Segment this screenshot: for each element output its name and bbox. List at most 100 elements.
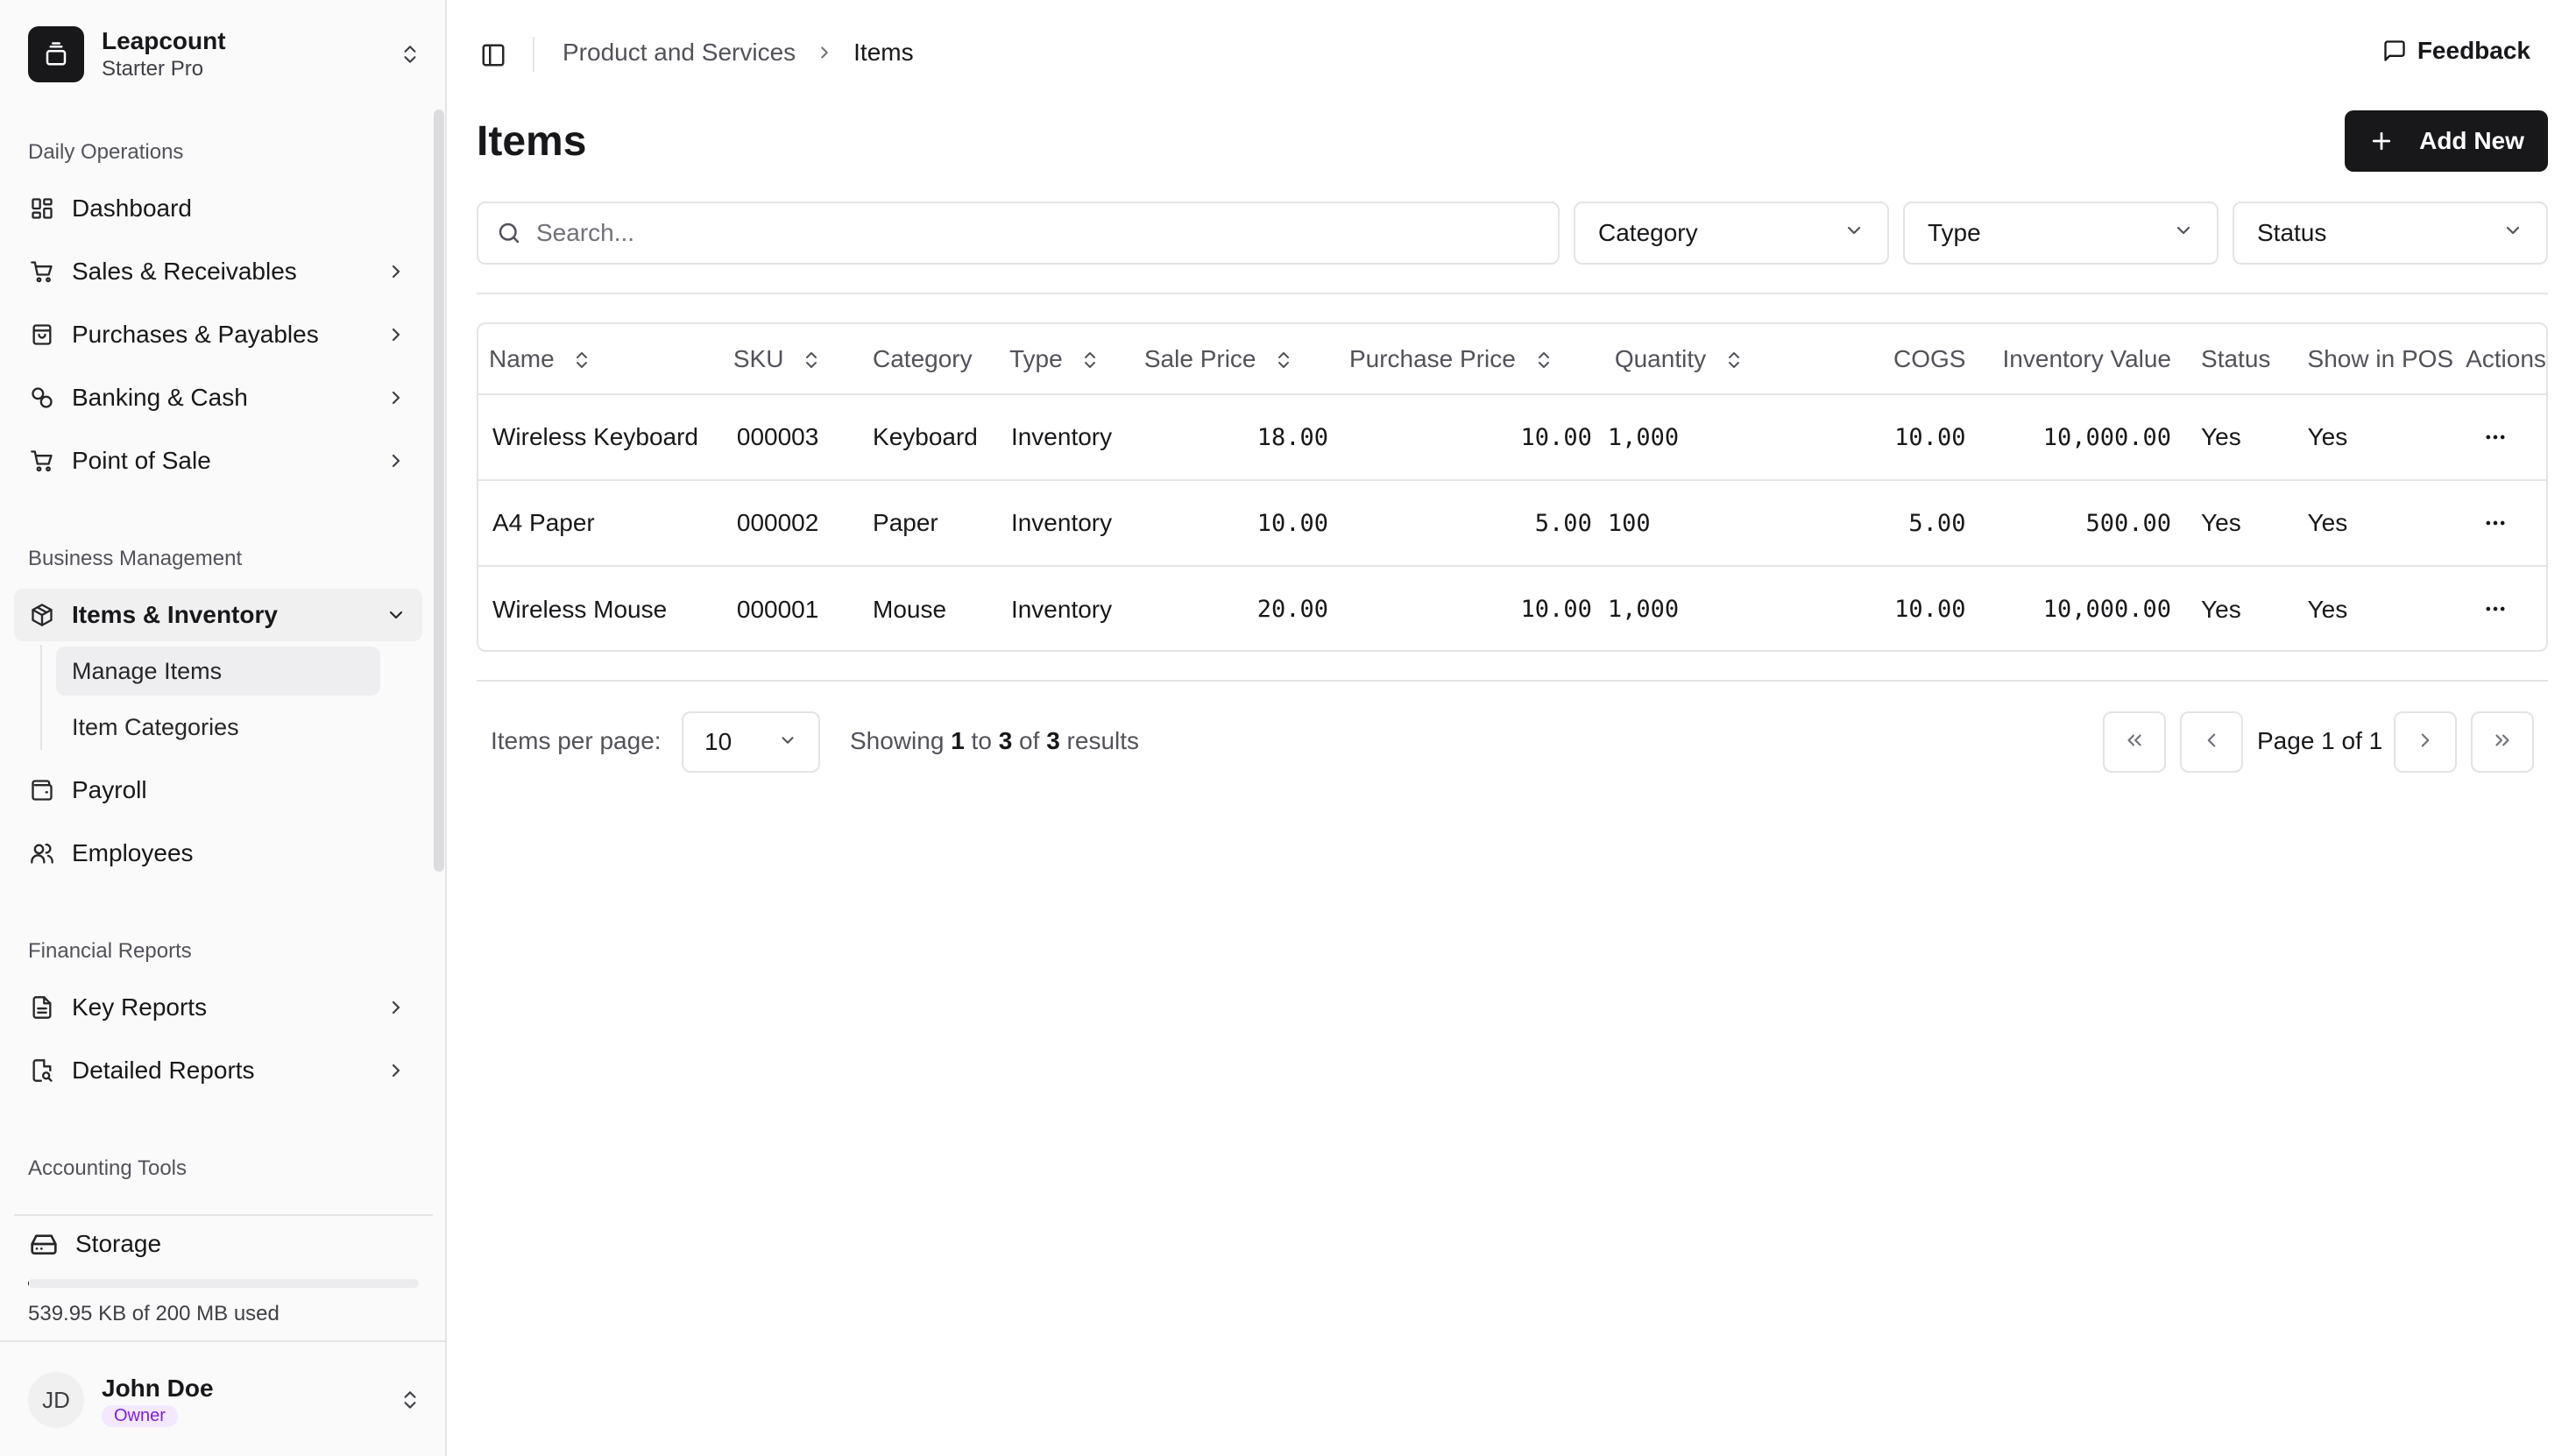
column-header-purchase-price[interactable]: Purchase Price bbox=[1339, 324, 1604, 394]
column-header-name[interactable]: Name bbox=[478, 324, 725, 394]
chevron-right-icon bbox=[2414, 729, 2437, 756]
category-filter-label: Category bbox=[1598, 219, 1698, 246]
chevron-right-icon bbox=[382, 384, 410, 412]
cart-icon bbox=[28, 258, 56, 286]
column-header-sku[interactable]: SKU bbox=[725, 324, 866, 394]
search-input[interactable] bbox=[536, 219, 1500, 247]
chevron-right-icon bbox=[382, 447, 410, 475]
workspace-logo-icon bbox=[28, 26, 84, 82]
column-header-label: Purchase Price bbox=[1348, 344, 1516, 372]
breadcrumb-link-product-services[interactable]: Product and Services bbox=[563, 39, 796, 67]
sidebar-item-items-inventory[interactable]: Items & Inventory bbox=[14, 589, 422, 641]
storage-progress-bar bbox=[28, 1279, 419, 1288]
avatar: JD bbox=[28, 1372, 84, 1428]
cell-sku: 000003 bbox=[736, 423, 819, 450]
results-word: results bbox=[1066, 727, 1140, 754]
chevron-right-icon bbox=[815, 43, 834, 62]
sidebar-item-point-of-sale[interactable]: Point of Sale bbox=[14, 435, 422, 487]
workspace-name: Leapcount bbox=[102, 27, 226, 54]
cell-cogs: 5.00 bbox=[1908, 509, 1966, 537]
cell-actions bbox=[2453, 480, 2546, 566]
cell-sale-price: 18.00 bbox=[1256, 423, 1328, 451]
feedback-button[interactable]: Feedback bbox=[2382, 37, 2530, 65]
workspace-switcher[interactable]: Leapcount Starter Pro bbox=[28, 26, 422, 82]
sidebar-item-employees[interactable]: Employees bbox=[14, 827, 422, 880]
sort-icon bbox=[801, 350, 822, 371]
chevron-down-icon bbox=[2502, 219, 2523, 247]
status-filter-select[interactable]: Status bbox=[2233, 201, 2548, 265]
search-box[interactable] bbox=[477, 201, 1560, 265]
chevrons-up-down-icon bbox=[398, 1388, 422, 1412]
sidebar-item-label: Purchases & Payables bbox=[72, 321, 319, 348]
chevron-down-icon bbox=[382, 601, 410, 629]
chevron-right-icon bbox=[382, 321, 410, 349]
sidebar-item-banking-cash[interactable]: Banking & Cash bbox=[14, 371, 422, 424]
search-icon bbox=[494, 218, 524, 248]
sidebar-subitem-manage-items[interactable]: Manage Items bbox=[56, 647, 380, 696]
more-actions-icon[interactable] bbox=[2478, 420, 2513, 455]
table-row[interactable]: A4 Paper 000002 Paper Inventory 10.00 5.… bbox=[478, 480, 2546, 566]
sidebar-item-label: Detailed Reports bbox=[72, 1057, 255, 1084]
workspace-plan: Starter Pro bbox=[102, 57, 204, 81]
column-header-quantity[interactable]: Quantity bbox=[1604, 324, 1803, 394]
last-page-button[interactable] bbox=[2471, 711, 2534, 773]
status-filter-label: Status bbox=[2257, 219, 2327, 246]
column-header-type[interactable]: Type bbox=[1002, 324, 1137, 394]
add-new-button[interactable]: Add New bbox=[2345, 110, 2548, 172]
next-page-button[interactable] bbox=[2394, 711, 2457, 773]
column-header-sale-price[interactable]: Sale Price bbox=[1137, 324, 1339, 394]
sidebar-item-sales-receivables[interactable]: Sales & Receivables bbox=[14, 245, 422, 298]
column-header-label: SKU bbox=[732, 344, 784, 372]
chevron-down-icon bbox=[1844, 219, 1865, 247]
more-actions-icon[interactable] bbox=[2478, 591, 2513, 626]
type-filter-label: Type bbox=[1928, 219, 1981, 246]
results-to: 3 bbox=[998, 727, 1013, 754]
table-row[interactable]: Wireless Keyboard 000003 Keyboard Invent… bbox=[478, 394, 2546, 480]
role-badge: Owner bbox=[102, 1404, 178, 1427]
category-filter-select[interactable]: Category bbox=[1574, 201, 1889, 265]
storage-progress-fill bbox=[28, 1279, 30, 1288]
sort-icon bbox=[571, 350, 592, 371]
sidebar-item-label: Sales & Receivables bbox=[72, 258, 297, 285]
cell-quantity: 1,000 bbox=[1607, 423, 1680, 451]
cell-cogs: 10.00 bbox=[1894, 423, 1966, 451]
type-filter-select[interactable]: Type bbox=[1903, 201, 2219, 265]
cell-sku: 000002 bbox=[736, 509, 819, 536]
column-header-inventory-value: Inventory Value bbox=[2002, 344, 2172, 372]
divider bbox=[477, 293, 2548, 294]
cell-show-in-pos: Yes bbox=[2307, 509, 2348, 536]
user-menu[interactable]: JD John Doe Owner bbox=[28, 1370, 422, 1430]
results-of-word: of bbox=[1019, 727, 1040, 754]
chevron-down-icon bbox=[2173, 219, 2194, 247]
sidebar-toggle-icon[interactable] bbox=[478, 40, 508, 70]
chevron-left-icon bbox=[2200, 729, 2223, 756]
file-text-icon bbox=[28, 993, 56, 1021]
sort-icon bbox=[1723, 350, 1744, 371]
sidebar-item-key-reports[interactable]: Key Reports bbox=[14, 981, 422, 1034]
users-icon bbox=[28, 839, 56, 867]
sort-icon bbox=[1273, 350, 1294, 371]
sidebar-scrollbar[interactable] bbox=[434, 110, 444, 872]
cell-quantity: 1,000 bbox=[1607, 596, 1680, 623]
sidebar-item-dashboard[interactable]: Dashboard bbox=[14, 182, 422, 235]
sidebar-subitem-item-categories[interactable]: Item Categories bbox=[56, 703, 380, 752]
cell-sale-price: 20.00 bbox=[1256, 596, 1328, 623]
cell-inventory-value: 10,000.00 bbox=[2042, 423, 2172, 451]
cell-show-in-pos: Yes bbox=[2307, 595, 2348, 623]
more-actions-icon[interactable] bbox=[2478, 505, 2513, 541]
shopping-bag-icon bbox=[28, 321, 56, 349]
sidebar-item-label: Dashboard bbox=[72, 194, 192, 222]
sidebar-item-payroll[interactable]: Payroll bbox=[14, 764, 422, 816]
column-header-show-in-pos: Show in POS bbox=[2307, 344, 2454, 372]
sidebar-item-detailed-reports[interactable]: Detailed Reports bbox=[14, 1044, 422, 1097]
previous-page-button[interactable] bbox=[2180, 711, 2243, 773]
first-page-button[interactable] bbox=[2103, 711, 2166, 773]
section-label-accounting-tools: Accounting Tools bbox=[28, 1156, 188, 1180]
cell-type: Inventory bbox=[1010, 423, 1113, 450]
sidebar: Leapcount Starter Pro Daily Operations D… bbox=[0, 0, 447, 1456]
items-per-page-select[interactable]: 10 bbox=[682, 711, 820, 773]
sidebar-item-purchases-payables[interactable]: Purchases & Payables bbox=[14, 308, 422, 361]
cell-status: Yes bbox=[2201, 423, 2241, 450]
table-row[interactable]: Wireless Mouse 000001 Mouse Inventory 20… bbox=[478, 566, 2546, 650]
chevrons-left-icon bbox=[2123, 729, 2146, 756]
